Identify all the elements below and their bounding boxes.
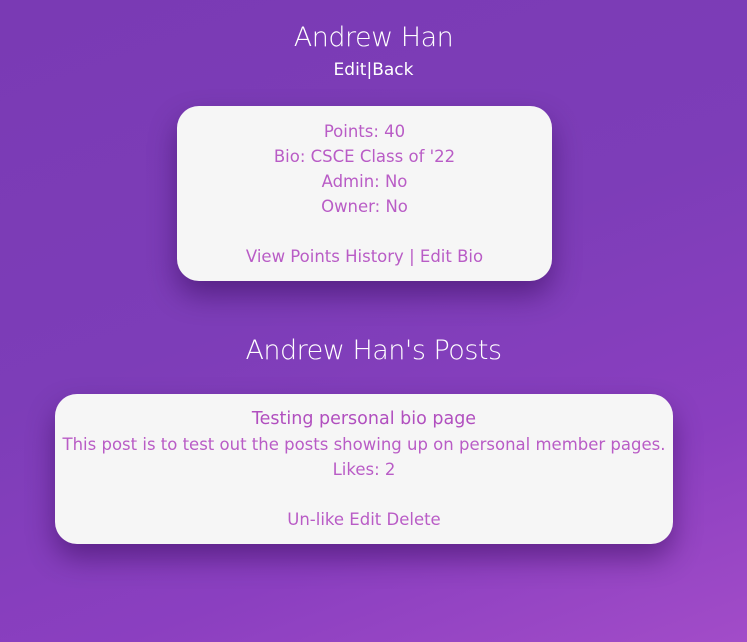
admin-text: Admin: No bbox=[321, 172, 408, 191]
edit-profile-link[interactable]: Edit bbox=[334, 60, 367, 80]
post-body: This post is to test out the posts showi… bbox=[62, 435, 666, 454]
posts-heading: Andrew Han's Posts bbox=[245, 335, 502, 366]
edit-post-link[interactable]: Edit bbox=[349, 510, 381, 529]
back-link[interactable]: Back bbox=[372, 60, 413, 80]
post-actions: Un-like Edit Delete bbox=[55, 507, 673, 532]
unlike-link[interactable]: Un-like bbox=[287, 510, 344, 529]
profile-card: Points: 40 Bio: CSCE Class of '22 Admin:… bbox=[177, 106, 552, 281]
profile-card-links: View Points History | Edit Bio bbox=[177, 244, 552, 269]
profile-links: Edit|Back bbox=[0, 58, 747, 82]
delete-post-link[interactable]: Delete bbox=[387, 510, 441, 529]
view-points-history-link[interactable]: View Points History bbox=[246, 247, 404, 266]
points-text: Points: 40 bbox=[323, 122, 406, 141]
page-title: Andrew Han bbox=[293, 22, 454, 53]
owner-text: Owner: No bbox=[321, 197, 408, 216]
link-separator: | bbox=[409, 247, 415, 266]
post-title: Testing personal bio page bbox=[251, 409, 477, 429]
edit-bio-link[interactable]: Edit Bio bbox=[420, 247, 483, 266]
bio-text: Bio: CSCE Class of '22 bbox=[273, 147, 456, 166]
post-likes: Likes: 2 bbox=[332, 460, 396, 479]
post-card: Testing personal bio page This post is t… bbox=[55, 394, 673, 544]
